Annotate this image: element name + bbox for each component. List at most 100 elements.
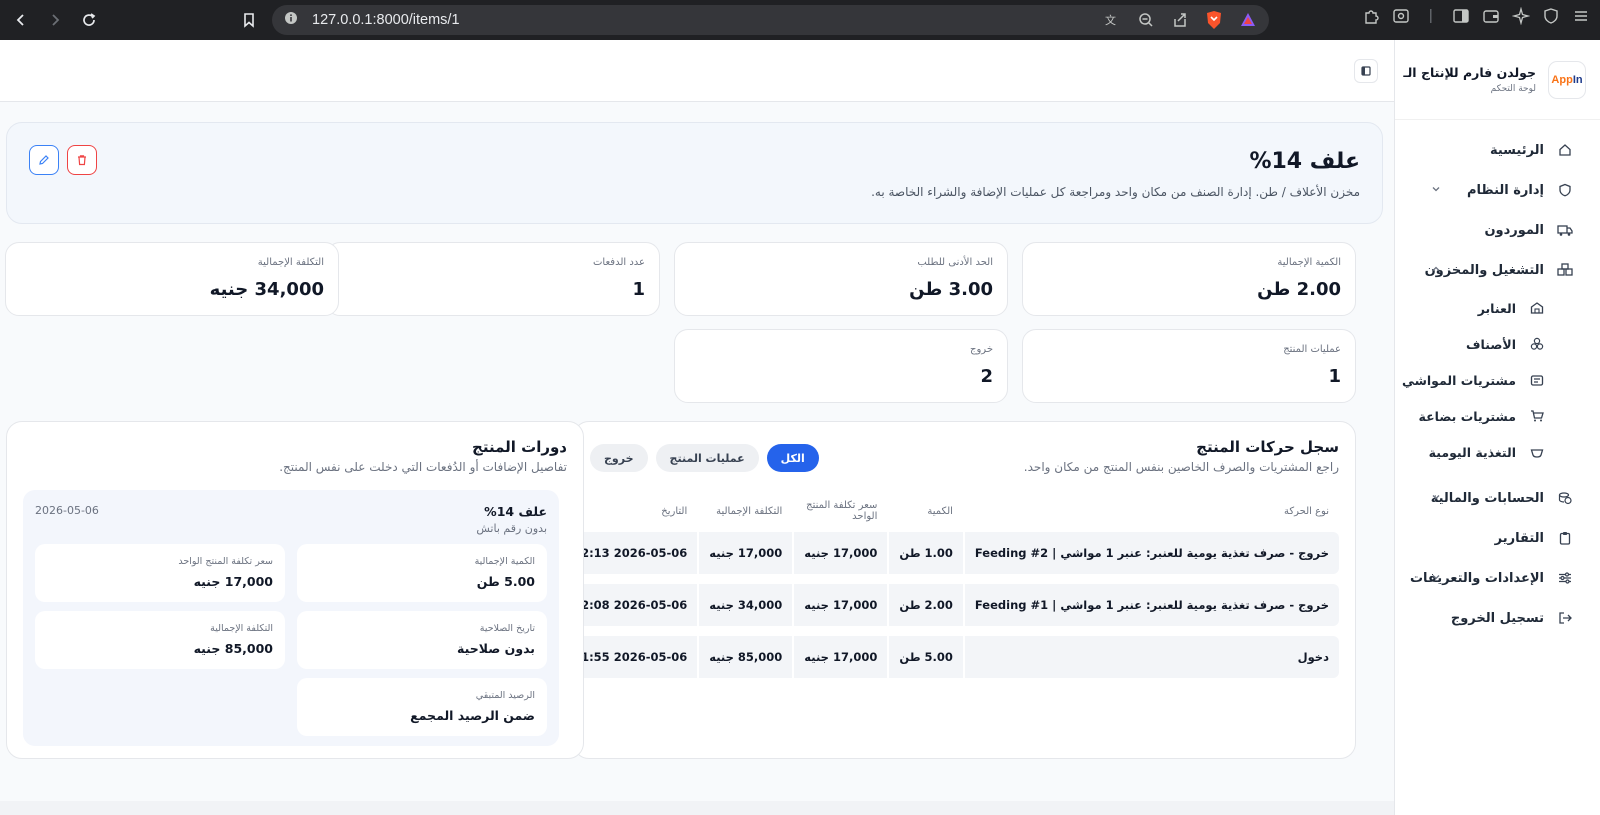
- cycle-date: 2026-05-06: [35, 504, 99, 517]
- cell-total-cost: 17,000 جنيه: [697, 532, 793, 574]
- delete-button[interactable]: [67, 145, 97, 175]
- table-row[interactable]: دخول 5.00 طن 17,000 جنيه 85,000 جنيه 202…: [563, 636, 1339, 678]
- field-value: 85,000 جنيه: [193, 641, 273, 656]
- leo-ai-icon[interactable]: [1510, 5, 1532, 27]
- share-icon[interactable]: [1169, 9, 1191, 31]
- wallet-icon[interactable]: [1480, 5, 1502, 27]
- zoom-icon[interactable]: [1135, 9, 1157, 31]
- sidebar-item-home[interactable]: الرئيسية: [1395, 130, 1600, 170]
- cell-type: خروج - صرف تغذية يومية للعنبر: عنبر 1 مو…: [962, 532, 1339, 574]
- footer-strip: [0, 801, 1394, 815]
- reload-icon[interactable]: [74, 5, 104, 35]
- movements-table: نوع الحركة الكمية سعر تكلفة المنتج الواح…: [563, 490, 1339, 688]
- item-header: علف 14% مخزن الأعلاف / طن. إدارة الصنف م…: [6, 122, 1383, 224]
- extensions-icon[interactable]: [1360, 5, 1382, 27]
- sidebar-item-operations-inventory[interactable]: التشغيل والمخزون: [1395, 250, 1600, 290]
- back-icon[interactable]: [6, 5, 36, 35]
- stat-label: عمليات المنتج: [1283, 344, 1341, 355]
- stat-label: عدد الدفعات: [593, 257, 645, 268]
- movements-title: سجل حركات المنتج: [1196, 438, 1339, 456]
- menu-icon[interactable]: [1570, 5, 1592, 27]
- sidebar-item-label: الرئيسية: [1489, 142, 1544, 158]
- cell-unit-cost: 17,000 جنيه: [792, 584, 888, 626]
- site-info-icon[interactable]: [284, 11, 298, 29]
- sidebar-item-suppliers[interactable]: الموردون: [1395, 210, 1600, 250]
- cart-icon: [1528, 407, 1546, 425]
- screenshot-icon[interactable]: [1390, 5, 1412, 27]
- filter-product-operations[interactable]: عمليات المنتج: [655, 444, 759, 472]
- cycle-item-name: علف 14%: [484, 504, 547, 519]
- stat-value: 34,000 جنيه: [209, 279, 324, 300]
- cell-quantity: 2.00 طن: [887, 584, 963, 626]
- cell-quantity: 5.00 طن: [887, 636, 963, 678]
- sidebar-item-accounts-finance[interactable]: الحسابات والمالية: [1395, 478, 1600, 518]
- stat-label: الحد الأدنى للطلب: [917, 257, 993, 268]
- cycle-field-unit-cost: سعر تكلفة المنتج الواحد 17,000 جنيه: [35, 544, 285, 602]
- stat-label: الكمية الإجمالية: [1277, 257, 1341, 268]
- cycle-card: علف 14% بدون رقم باتش 2026-05-06 الكمية …: [23, 490, 559, 746]
- field-value: ضمن الرصيد المجمع: [410, 708, 535, 723]
- table-header-row: نوع الحركة الكمية سعر تكلفة المنتج الواح…: [563, 500, 1339, 522]
- sidebar-item-label: التغذية اليومية: [1428, 444, 1516, 460]
- brand-logo: In App: [1548, 60, 1586, 99]
- sidebar-item-items[interactable]: الأصناف: [1395, 326, 1576, 362]
- translate-icon[interactable]: 文: [1101, 9, 1123, 31]
- bookmark-icon[interactable]: [234, 5, 264, 35]
- column-header: سعر تكلفة المنتج الواحد: [806, 500, 878, 522]
- livestock-icon: [1528, 371, 1546, 389]
- sidebar-item-label: الموردون: [1484, 222, 1544, 238]
- coins-icon: [1556, 489, 1574, 507]
- sidebar-item-goods-purchases[interactable]: مشتريات بضاعة: [1395, 398, 1576, 434]
- stat-outgoing: خروج 2: [674, 329, 1008, 403]
- edit-button[interactable]: [29, 145, 59, 175]
- stat-value: 2.00 طن: [1257, 279, 1341, 300]
- address-bar[interactable]: 127.0.0.1:8000/items/1 文: [272, 5, 1269, 35]
- cycle-batch-label: بدون رقم باتش: [476, 522, 547, 535]
- brave-rewards-icon[interactable]: [1237, 9, 1259, 31]
- forward-icon[interactable]: [40, 5, 70, 35]
- sidebar-panel-icon[interactable]: [1450, 5, 1472, 27]
- sidebar-menu: الرئيسية إدارة النظام الموردون التشغيل و…: [1395, 120, 1600, 638]
- divider-icon: [1420, 5, 1442, 27]
- sidebar-item-label: العنابر: [1477, 300, 1516, 316]
- stat-total-cost: التكلفة الإجمالية 34,000 جنيه: [5, 242, 339, 316]
- sidebar-item-label: مشتريات المواشي: [1401, 372, 1516, 388]
- movements-panel: سجل حركات المنتج راجع المشتريات والصرف ا…: [563, 421, 1356, 759]
- sidebar-toggle-button[interactable]: [1354, 59, 1378, 83]
- table-row[interactable]: خروج - صرف تغذية يومية للعنبر: عنبر 1 مو…: [563, 584, 1339, 626]
- cycle-field-remaining-balance: الرصيد المتبقي ضمن الرصيد المجمع: [297, 678, 547, 736]
- field-label: سعر تكلفة المنتج الواحد: [178, 556, 273, 567]
- logout-icon: [1556, 609, 1574, 627]
- sidebar-item-daily-feeding[interactable]: التغذية اليومية: [1395, 434, 1576, 470]
- sidebar-item-reports[interactable]: التقارير: [1395, 518, 1600, 558]
- sidebar-item-livestock-purchases[interactable]: مشتريات المواشي: [1395, 362, 1576, 398]
- stat-value: 1: [632, 279, 645, 300]
- clipboard-icon: [1556, 529, 1574, 547]
- sidebar-item-logout[interactable]: تسجيل الخروج: [1395, 598, 1600, 638]
- sidebar-item-label: التقارير: [1494, 530, 1544, 546]
- sidebar-item-system-admin[interactable]: إدارة النظام: [1395, 170, 1600, 210]
- vpn-icon[interactable]: [1540, 5, 1562, 27]
- filter-all[interactable]: الكل: [766, 444, 819, 472]
- cell-total-cost: 34,000 جنيه: [697, 584, 793, 626]
- pencil-icon: [38, 151, 50, 170]
- cycles-panel: دورات المنتج تفاصيل الإضافات أو الدُفعات…: [6, 421, 584, 759]
- movement-filters: الكل عمليات المنتج خروج: [590, 444, 819, 472]
- sidebar-item-label: التشغيل والمخزون: [1424, 262, 1544, 278]
- filter-outgoing[interactable]: خروج: [590, 444, 648, 472]
- cell-total-cost: 85,000 جنيه: [697, 636, 793, 678]
- warehouse-icon: [1528, 299, 1546, 317]
- brave-shield-icon[interactable]: [1203, 9, 1225, 31]
- column-header: التكلفة الإجمالية: [716, 505, 783, 517]
- cell-unit-cost: 17,000 جنيه: [792, 636, 888, 678]
- page-description: مخزن الأعلاف / طن. إدارة الصنف من مكان و…: [871, 185, 1360, 199]
- stat-value: 1: [1328, 366, 1341, 387]
- sidebar-item-barns[interactable]: العنابر: [1395, 290, 1576, 326]
- sidebar-item-label: مشتريات بضاعة: [1418, 408, 1516, 424]
- chevron-up-icon: [1429, 263, 1441, 275]
- sidebar-item-settings[interactable]: الإعدادات والتعريفات: [1395, 558, 1600, 598]
- table-row[interactable]: خروج - صرف تغذية يومية للعنبر: عنبر 1 مو…: [563, 532, 1339, 574]
- sliders-icon: [1556, 569, 1574, 587]
- logo-text-app: App: [1551, 73, 1573, 86]
- stat-value: 3.00 طن: [909, 279, 993, 300]
